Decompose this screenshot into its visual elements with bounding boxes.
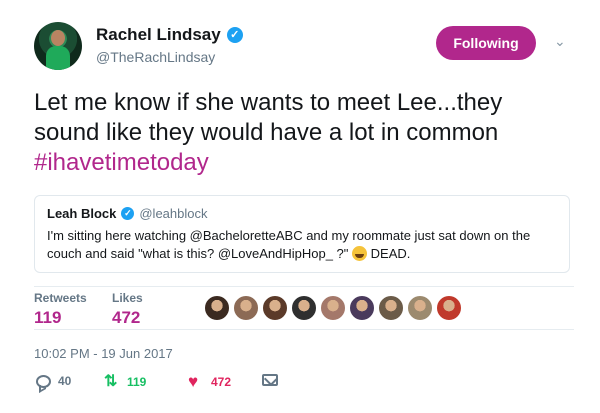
like-button[interactable]: ♥ 472 xyxy=(188,372,232,391)
author-avatar[interactable] xyxy=(34,22,82,70)
tweet-body: Let me know if she wants to meet Lee...t… xyxy=(34,89,503,146)
author-display-name[interactable]: Rachel Lindsay xyxy=(96,25,221,45)
avatar-body xyxy=(46,46,70,70)
quoted-tweet[interactable]: Leah Block ✓ @leahblock I'm sitting here… xyxy=(34,195,570,273)
quoted-verified-badge-icon: ✓ xyxy=(121,207,135,220)
liker-avatar[interactable] xyxy=(233,295,259,321)
retweets-label: Retweets xyxy=(34,291,87,305)
author-handle[interactable]: @TheRachLindsay xyxy=(96,49,243,65)
quoted-author-name[interactable]: Leah Block xyxy=(47,206,116,221)
tweet-actions: 40 ⇅ 119 ♥ 472 xyxy=(34,372,574,394)
quoted-tweet-text: I'm sitting here watching @BacheloretteA… xyxy=(47,227,557,263)
likes-label: Likes xyxy=(112,291,143,305)
quoted-tweet-header: Leah Block ✓ @leahblock xyxy=(47,206,557,221)
tweet-text: Let me know if she wants to meet Lee...t… xyxy=(34,88,574,178)
chevron-down-icon[interactable]: ⌄ xyxy=(554,34,568,48)
liker-avatar[interactable] xyxy=(262,295,288,321)
reply-count: 40 xyxy=(58,374,72,388)
liker-avatar[interactable] xyxy=(291,295,317,321)
tweet-header: Rachel Lindsay ✓ @TheRachLindsay Followi… xyxy=(34,22,574,74)
liker-avatar[interactable] xyxy=(320,295,346,321)
retweets-value: 119 xyxy=(34,308,62,327)
tears-of-joy-emoji-icon xyxy=(352,246,368,261)
quoted-text-after-emoji: DEAD. xyxy=(370,246,411,261)
liker-avatar[interactable] xyxy=(436,295,462,321)
reply-button[interactable]: 40 xyxy=(36,374,71,388)
retweet-count: 119 xyxy=(127,375,147,389)
author-name-block: Rachel Lindsay ✓ @TheRachLindsay xyxy=(96,25,243,65)
liker-avatars xyxy=(204,295,462,321)
tweet-hashtag-link[interactable]: #ihavetimetoday xyxy=(34,149,209,176)
following-button[interactable]: Following xyxy=(436,26,536,60)
quoted-author-handle[interactable]: @leahblock xyxy=(139,206,207,221)
liker-avatar[interactable] xyxy=(349,295,375,321)
like-count: 472 xyxy=(211,375,232,389)
reply-icon xyxy=(36,374,51,388)
retweets-stat[interactable]: Retweets 119 xyxy=(34,291,87,328)
tweet-timestamp[interactable]: 10:02 PM - 19 Jun 2017 xyxy=(34,346,173,361)
tweet-stats: Retweets 119 Likes 472 xyxy=(34,286,574,330)
liker-avatar[interactable] xyxy=(407,295,433,321)
quoted-text-before-emoji: I'm sitting here watching @BacheloretteA… xyxy=(47,228,531,261)
retweet-button[interactable]: ⇅ 119 xyxy=(104,374,146,390)
likes-stat[interactable]: Likes 472 xyxy=(112,291,143,328)
envelope-icon xyxy=(262,374,278,386)
retweet-icon: ⇅ xyxy=(104,373,118,390)
avatar-face xyxy=(51,30,65,46)
likes-value: 472 xyxy=(112,308,141,327)
direct-message-button[interactable] xyxy=(262,374,278,386)
liker-avatar[interactable] xyxy=(378,295,404,321)
heart-icon: ♥ xyxy=(188,372,199,391)
liker-avatar[interactable] xyxy=(204,295,230,321)
author-display-name-row[interactable]: Rachel Lindsay ✓ xyxy=(96,25,243,45)
verified-badge-icon: ✓ xyxy=(226,27,243,43)
